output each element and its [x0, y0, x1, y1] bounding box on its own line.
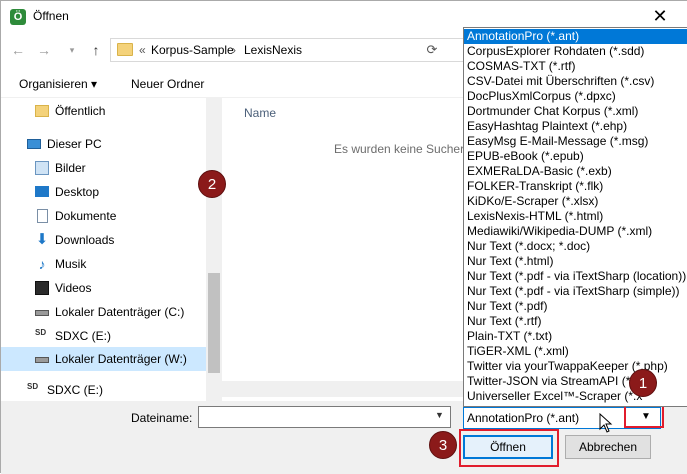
nav-item-videos[interactable]: Videos [35, 277, 205, 299]
breadcrumb-lexisnexis[interactable]: LexisNexis [244, 43, 302, 57]
step-marker-3: 3 [429, 431, 457, 459]
refresh-icon[interactable]: ⟳ [421, 39, 443, 61]
desktop-icon [35, 186, 49, 197]
folder-icon [117, 43, 133, 56]
organize-button[interactable]: Organisieren ▾ [19, 77, 97, 91]
file-type-option[interactable]: COSMAS-TXT (*.rtf) [464, 59, 687, 74]
close-icon[interactable]: ✕ [645, 5, 675, 29]
file-type-option[interactable]: Nur Text (*.html) [464, 254, 687, 269]
file-type-option[interactable]: Nur Text (*.pdf - via iTextSharp (simple… [464, 284, 687, 299]
up-arrow-icon[interactable]: ↑ [87, 41, 105, 59]
breadcrumb-overflow[interactable]: « [139, 43, 146, 57]
nav-scrollbar-thumb[interactable] [208, 273, 220, 373]
forward-arrow-icon[interactable]: → [35, 41, 53, 59]
step-marker-1: 1 [629, 369, 657, 397]
filename-input[interactable] [198, 406, 451, 428]
file-type-option[interactable]: FOLKER-Transkript (*.flk) [464, 179, 687, 194]
navigation-pane: Öffentlich Dieser PC Bilder Desktop Doku… [1, 98, 206, 401]
file-type-option[interactable]: TiGER-XML (*.xml) [464, 344, 687, 359]
file-type-option[interactable]: CSV-Datei mit Überschriften (*.csv) [464, 74, 687, 89]
file-type-option[interactable]: Nur Text (*.rtf) [464, 314, 687, 329]
address-bar[interactable]: « Korpus-Sample › LexisNexis [110, 38, 465, 62]
step-marker-2: 2 [198, 170, 226, 198]
nav-item-dieser-pc[interactable]: Dieser PC [27, 133, 205, 155]
nav-item-musik[interactable]: ♪ Musik [35, 253, 205, 275]
nav-item-bilder[interactable]: Bilder [35, 157, 205, 179]
file-type-option[interactable]: EasyMsg E-Mail-Message (*.msg) [464, 134, 687, 149]
file-type-option[interactable]: LexisNexis-HTML (*.html) [464, 209, 687, 224]
file-type-option[interactable]: Plain-TXT (*.txt) [464, 329, 687, 344]
file-type-option[interactable]: Dortmunder Chat Korpus (*.xml) [464, 104, 687, 119]
nav-item-desktop[interactable]: Desktop [35, 181, 205, 203]
nav-item-oeffentlich[interactable]: Öffentlich [35, 100, 205, 122]
cancel-button[interactable]: Abbrechen [565, 435, 651, 459]
file-type-option[interactable]: EasyHashtag Plaintext (*.ehp) [464, 119, 687, 134]
file-type-option[interactable]: KiDKo/E-Scraper (*.xlsx) [464, 194, 687, 209]
folder-icon [35, 105, 49, 117]
file-type-option[interactable]: Mediawiki/Wikipedia-DUMP (*.xml) [464, 224, 687, 239]
music-icon: ♪ [38, 256, 46, 272]
file-type-option[interactable]: Twitter via yourTwappaKeeper (*.php) [464, 359, 687, 374]
highlight-box-open-button [459, 429, 559, 467]
file-type-value: AnnotationPro (*.ant) [467, 411, 580, 425]
breadcrumb-korpus-sample[interactable]: Korpus-Sample [151, 43, 234, 57]
computer-icon [27, 139, 41, 149]
file-type-option[interactable]: DocPlusXmlCorpus (*.dpxc) [464, 89, 687, 104]
file-type-option[interactable]: CorpusExplorer Rohdaten (*.sdd) [464, 44, 687, 59]
drive-icon [35, 310, 49, 316]
file-type-option[interactable]: Nur Text (*.docx; *.doc) [464, 239, 687, 254]
breadcrumb-separator: › [232, 43, 236, 57]
file-type-dropdown-list[interactable]: AnnotationPro (*.ant) CorpusExplorer Roh… [463, 27, 687, 407]
drive-icon [35, 357, 49, 363]
column-header-name[interactable]: Name [244, 106, 276, 120]
file-type-option[interactable]: AnnotationPro (*.ant) [464, 29, 687, 44]
window-title: Öffnen [33, 9, 69, 23]
file-type-option[interactable]: EPUB-eBook (*.epub) [464, 149, 687, 164]
nav-item-downloads[interactable]: ⬇ Downloads [35, 229, 205, 251]
downloads-icon: ⬇ [35, 231, 49, 248]
nav-item-sdxc-e-root[interactable]: SD SDXC (E:) [27, 379, 205, 401]
filename-label: Dateiname: [131, 411, 193, 425]
nav-item-drive-c[interactable]: Lokaler Datenträger (C:) [35, 301, 205, 323]
file-type-option[interactable]: Nur Text (*.pdf - via iTextSharp (locati… [464, 269, 687, 284]
recent-chevron-down-icon[interactable]: ▾ [63, 41, 81, 59]
nav-item-dokumente[interactable]: Dokumente [35, 205, 205, 227]
app-icon: Ö [10, 9, 26, 25]
videos-icon [35, 281, 49, 295]
file-type-option[interactable]: EXMERaLDA-Basic (*.exb) [464, 164, 687, 179]
documents-icon [37, 209, 48, 223]
new-folder-button[interactable]: Neuer Ordner [131, 77, 204, 91]
nav-item-drive-w[interactable]: Lokaler Datenträger (W:) [1, 347, 206, 371]
sd-card-icon: SD [35, 328, 47, 337]
open-file-dialog: Ö Öffnen ✕ ← → ▾ ↑ « Korpus-Sample › Lex… [0, 0, 687, 474]
pictures-icon [35, 161, 49, 175]
filename-chevron-down-icon[interactable]: ▼ [435, 410, 444, 420]
back-arrow-icon[interactable]: ← [9, 41, 27, 59]
sd-card-icon: SD [27, 382, 39, 391]
file-type-option[interactable]: Nur Text (*.pdf) [464, 299, 687, 314]
mouse-cursor-icon [599, 413, 613, 433]
empty-message: Es wurden keine Sucherg [334, 142, 464, 156]
nav-item-sdxc-e[interactable]: SD SDXC (E:) [35, 325, 205, 347]
